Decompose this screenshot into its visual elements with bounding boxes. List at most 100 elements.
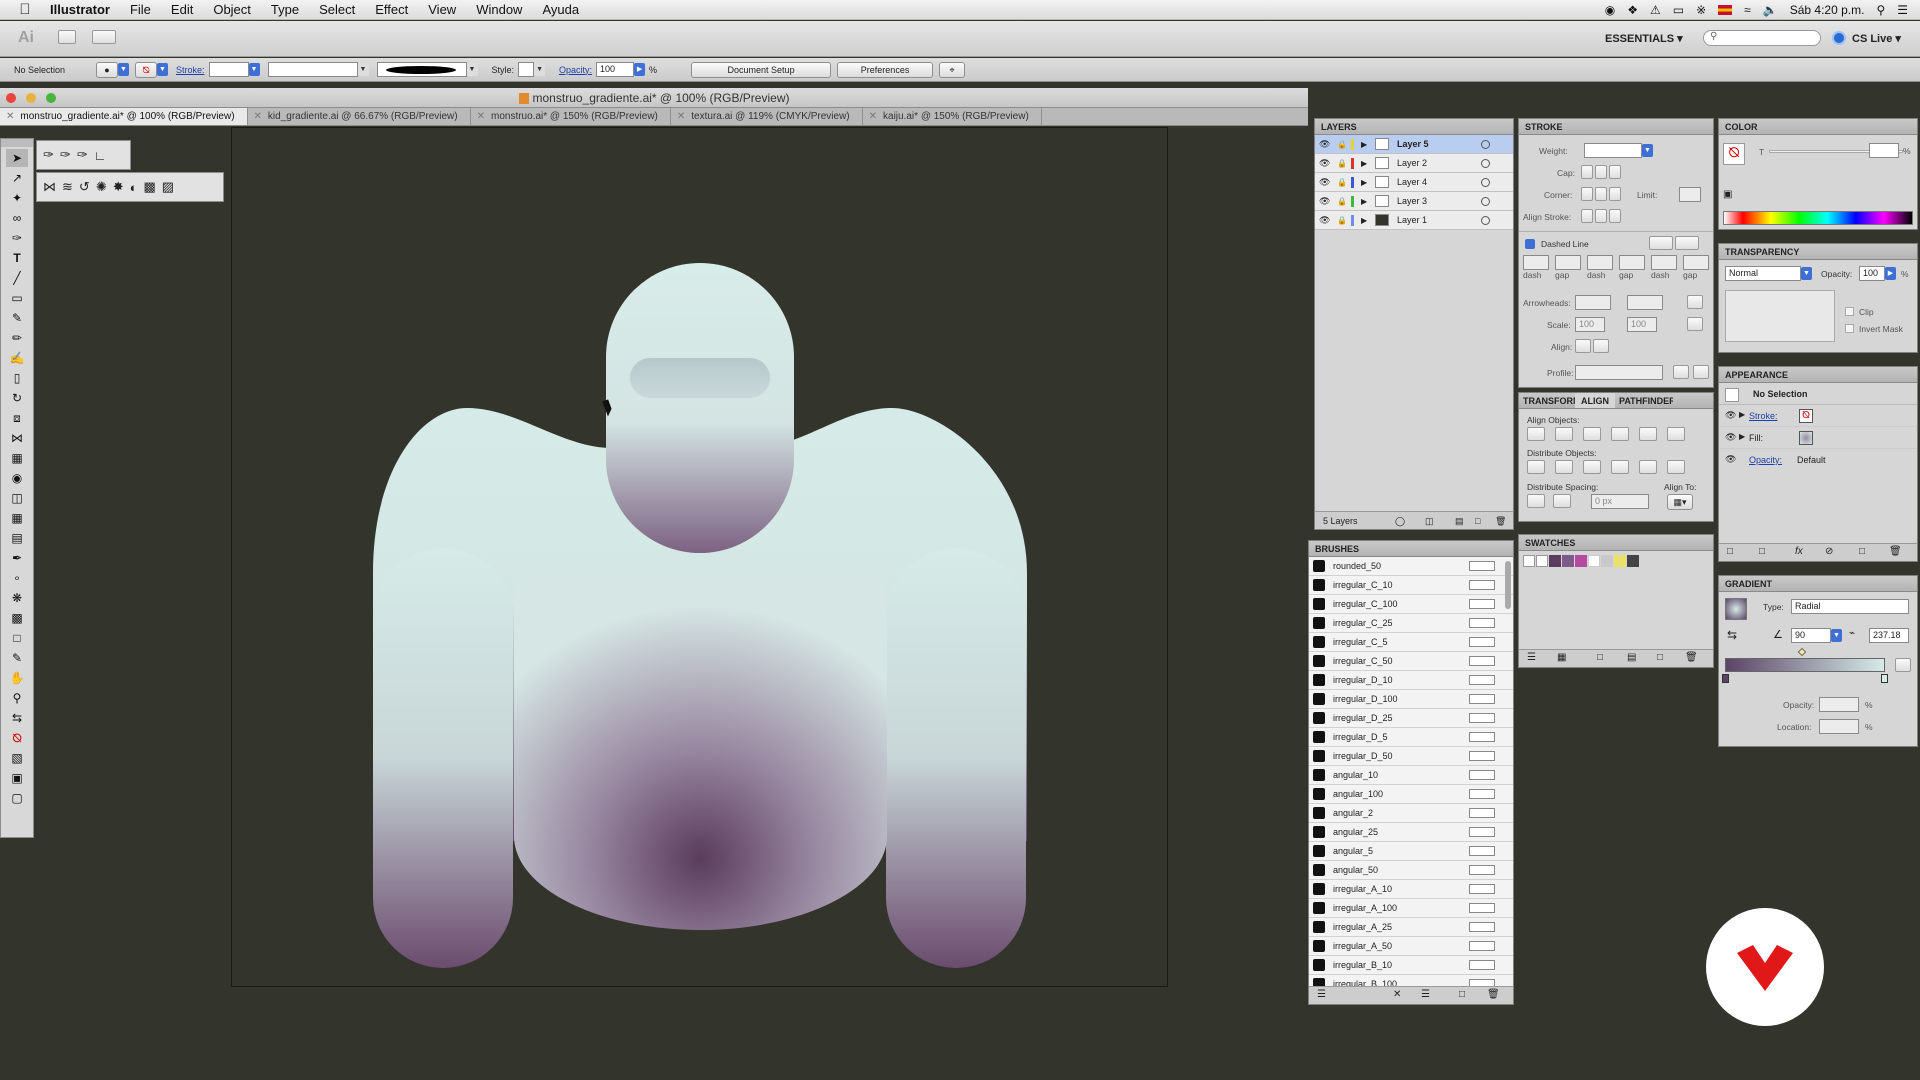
stop-opacity-field[interactable] — [1819, 697, 1859, 712]
gradient-ratio-field[interactable]: 237.18 — [1869, 628, 1909, 643]
brush-row[interactable]: angular_10 — [1309, 766, 1513, 785]
eraser-tool-icon[interactable]: ▯ — [6, 369, 28, 387]
monster-belly[interactable] — [514, 570, 887, 930]
arrowhead-start-field[interactable] — [1575, 295, 1611, 310]
weight-dropdown-icon[interactable]: ▼ — [1642, 144, 1653, 157]
swatch-options-icon[interactable]: □ — [1597, 652, 1603, 663]
opacity-label[interactable]: Opacity: — [559, 65, 592, 75]
artboard[interactable] — [231, 127, 1168, 987]
style-dropdown-icon[interactable]: ▼ — [534, 63, 546, 76]
new-swatch-icon[interactable]: □ — [1657, 652, 1663, 663]
new-layer-icon[interactable]: □ — [1475, 512, 1480, 530]
layer-row[interactable]: 👁 🔒 ▶ Layer 5 — [1315, 135, 1513, 154]
blend-tool-icon[interactable]: ∘ — [6, 569, 28, 587]
opacity-dropdown-icon[interactable]: ▶ — [634, 63, 646, 76]
brush-options-icon[interactable]: ☰ — [1421, 989, 1430, 1000]
color-mode-icon[interactable]: ▧ — [6, 749, 28, 767]
layer-lock-icon[interactable]: 🔒 — [1337, 154, 1347, 173]
appearance-opacity-label[interactable]: Opacity: — [1749, 455, 1782, 465]
swap-colors-icon[interactable]: ⇆ — [6, 709, 28, 727]
corner-buttons[interactable] — [1581, 187, 1623, 201]
add-effect-icon[interactable]: fx — [1795, 546, 1803, 557]
gradient-angle-field[interactable]: 90 — [1791, 628, 1831, 643]
paintbrush-tool-icon[interactable]: ✎ — [6, 309, 28, 327]
graph-tool-icon[interactable]: ▩ — [6, 609, 28, 627]
doc-tab-kid-gradiente[interactable]: ✕ kid_gradiente.ai @ 66.67% (RGB/Preview) — [248, 108, 471, 125]
add-new-fill-icon[interactable]: □ — [1759, 546, 1765, 557]
distribute-objects-buttons[interactable] — [1527, 460, 1687, 474]
brush-row[interactable]: irregular_C_25 — [1309, 614, 1513, 633]
monster-head[interactable] — [606, 263, 794, 553]
close-tab-icon[interactable]: ✕ — [6, 111, 14, 122]
pucker-tool-icon[interactable]: ✺ — [96, 179, 107, 195]
tab-transform[interactable]: TRANSFORM — [1519, 393, 1575, 408]
warning-icon[interactable]: ⚠ — [1650, 3, 1661, 17]
brush-row[interactable]: irregular_D_50 — [1309, 747, 1513, 766]
mesh-tool-icon[interactable]: ▦ — [6, 509, 28, 527]
layer-target-icon[interactable] — [1481, 216, 1490, 225]
brush-libraries-icon[interactable]: ☰ — [1317, 989, 1326, 1000]
brush-row[interactable]: irregular_C_100 — [1309, 595, 1513, 614]
layer-visibility-eye-icon[interactable]: 👁 — [1319, 211, 1330, 230]
minimize-window-icon[interactable] — [26, 93, 36, 103]
blend-mode-dropdown[interactable]: Normal — [1725, 266, 1801, 281]
scallop-tool-icon[interactable]: ◐ — [130, 180, 138, 195]
variable-width-field[interactable] — [267, 62, 358, 77]
brushes-panel-title[interactable]: BRUSHES — [1309, 541, 1513, 557]
width-tool-icon[interactable]: ⋈ — [6, 429, 28, 447]
fill-swatch[interactable]: ● — [96, 61, 118, 78]
monster-right-arm[interactable] — [886, 548, 1026, 968]
layer-target-icon[interactable] — [1481, 197, 1490, 206]
layer-name[interactable]: Layer 4 — [1397, 173, 1427, 192]
line-tool-icon[interactable]: ╱ — [6, 269, 28, 287]
menu-window[interactable]: Window — [466, 2, 532, 17]
layer-row[interactable]: 👁 🔒 ▶ Layer 3 — [1315, 192, 1513, 211]
brushes-scrollbar[interactable] — [1505, 561, 1511, 609]
add-new-stroke-icon[interactable]: □ — [1727, 546, 1733, 557]
visibility-eye-icon[interactable]: 👁 — [1725, 410, 1736, 421]
blob-brush-tool-icon[interactable]: ✍ — [6, 349, 28, 367]
layer-row[interactable]: 👁 🔒 ▶ Layer 2 — [1315, 154, 1513, 173]
brush-definition-field[interactable] — [376, 62, 467, 77]
doc-tab-kaiju[interactable]: ✕ kaiju.ai* @ 150% (RGB/Preview) — [863, 108, 1042, 125]
stroke-swatch[interactable]: ⦰ — [135, 61, 157, 78]
align-objects-buttons[interactable] — [1527, 427, 1687, 441]
swatches-panel-title[interactable]: SWATCHES — [1519, 535, 1713, 551]
doc-tab-monstruo[interactable]: ✕ monstruo.ai* @ 150% (RGB/Preview) — [471, 108, 671, 125]
gradient-thumbnail[interactable] — [1725, 598, 1747, 620]
expand-arrow-icon[interactable]: ▶ — [1361, 211, 1367, 230]
slice-tool-icon[interactable]: ✎ — [6, 649, 28, 667]
layer-name[interactable]: Layer 3 — [1397, 192, 1427, 211]
brush-row[interactable]: irregular_C_5 — [1309, 633, 1513, 652]
menu-view[interactable]: View — [418, 2, 466, 17]
appearance-panel-title[interactable]: APPEARANCE — [1719, 367, 1917, 383]
clipping-mask-icon[interactable]: ◫ — [1425, 512, 1434, 530]
none-color-icon[interactable]: ▣ — [1723, 189, 1732, 200]
layer-target-icon[interactable] — [1481, 140, 1490, 149]
tab-pathfinder[interactable]: PATHFINDER — [1615, 393, 1673, 408]
gradient-tool-icon[interactable]: ▤ — [6, 529, 28, 547]
record-icon[interactable]: ◉ — [1605, 3, 1615, 17]
expand-arrow-icon[interactable]: ▶ — [1739, 432, 1745, 441]
transparency-panel-title[interactable]: TRANSPARENCY — [1719, 244, 1917, 260]
hand-tool-icon[interactable]: ✋ — [6, 669, 28, 687]
gradient-angle-dropdown-icon[interactable]: ▼ — [1831, 629, 1842, 642]
magic-wand-tool-icon[interactable]: ✦ — [6, 189, 28, 207]
appearance-stroke-swatch[interactable]: ⦰ — [1799, 409, 1813, 423]
layer-target-icon[interactable] — [1481, 178, 1490, 187]
brush-row[interactable]: irregular_A_100 — [1309, 899, 1513, 918]
align-to-dropdown[interactable]: ▦▾ — [1667, 494, 1693, 510]
gradient-slider[interactable] — [1725, 658, 1885, 672]
clear-appearance-icon[interactable]: ⊘ — [1825, 546, 1833, 557]
invert-mask-checkbox[interactable] — [1845, 324, 1854, 333]
document-setup-button[interactable]: Document Setup — [691, 61, 832, 78]
menu-edit[interactable]: Edit — [161, 2, 203, 17]
brush-row[interactable]: irregular_A_50 — [1309, 937, 1513, 956]
expand-arrow-icon[interactable]: ▶ — [1361, 173, 1367, 192]
flag-icon[interactable] — [1718, 5, 1733, 15]
volume-icon[interactable]: 🔈 — [1763, 3, 1778, 17]
visibility-eye-icon[interactable]: 👁 — [1725, 454, 1736, 465]
swatch-libraries-icon[interactable]: ☰ — [1527, 652, 1536, 663]
limit-field[interactable] — [1679, 187, 1701, 202]
expand-arrow-icon[interactable]: ▶ — [1361, 192, 1367, 211]
